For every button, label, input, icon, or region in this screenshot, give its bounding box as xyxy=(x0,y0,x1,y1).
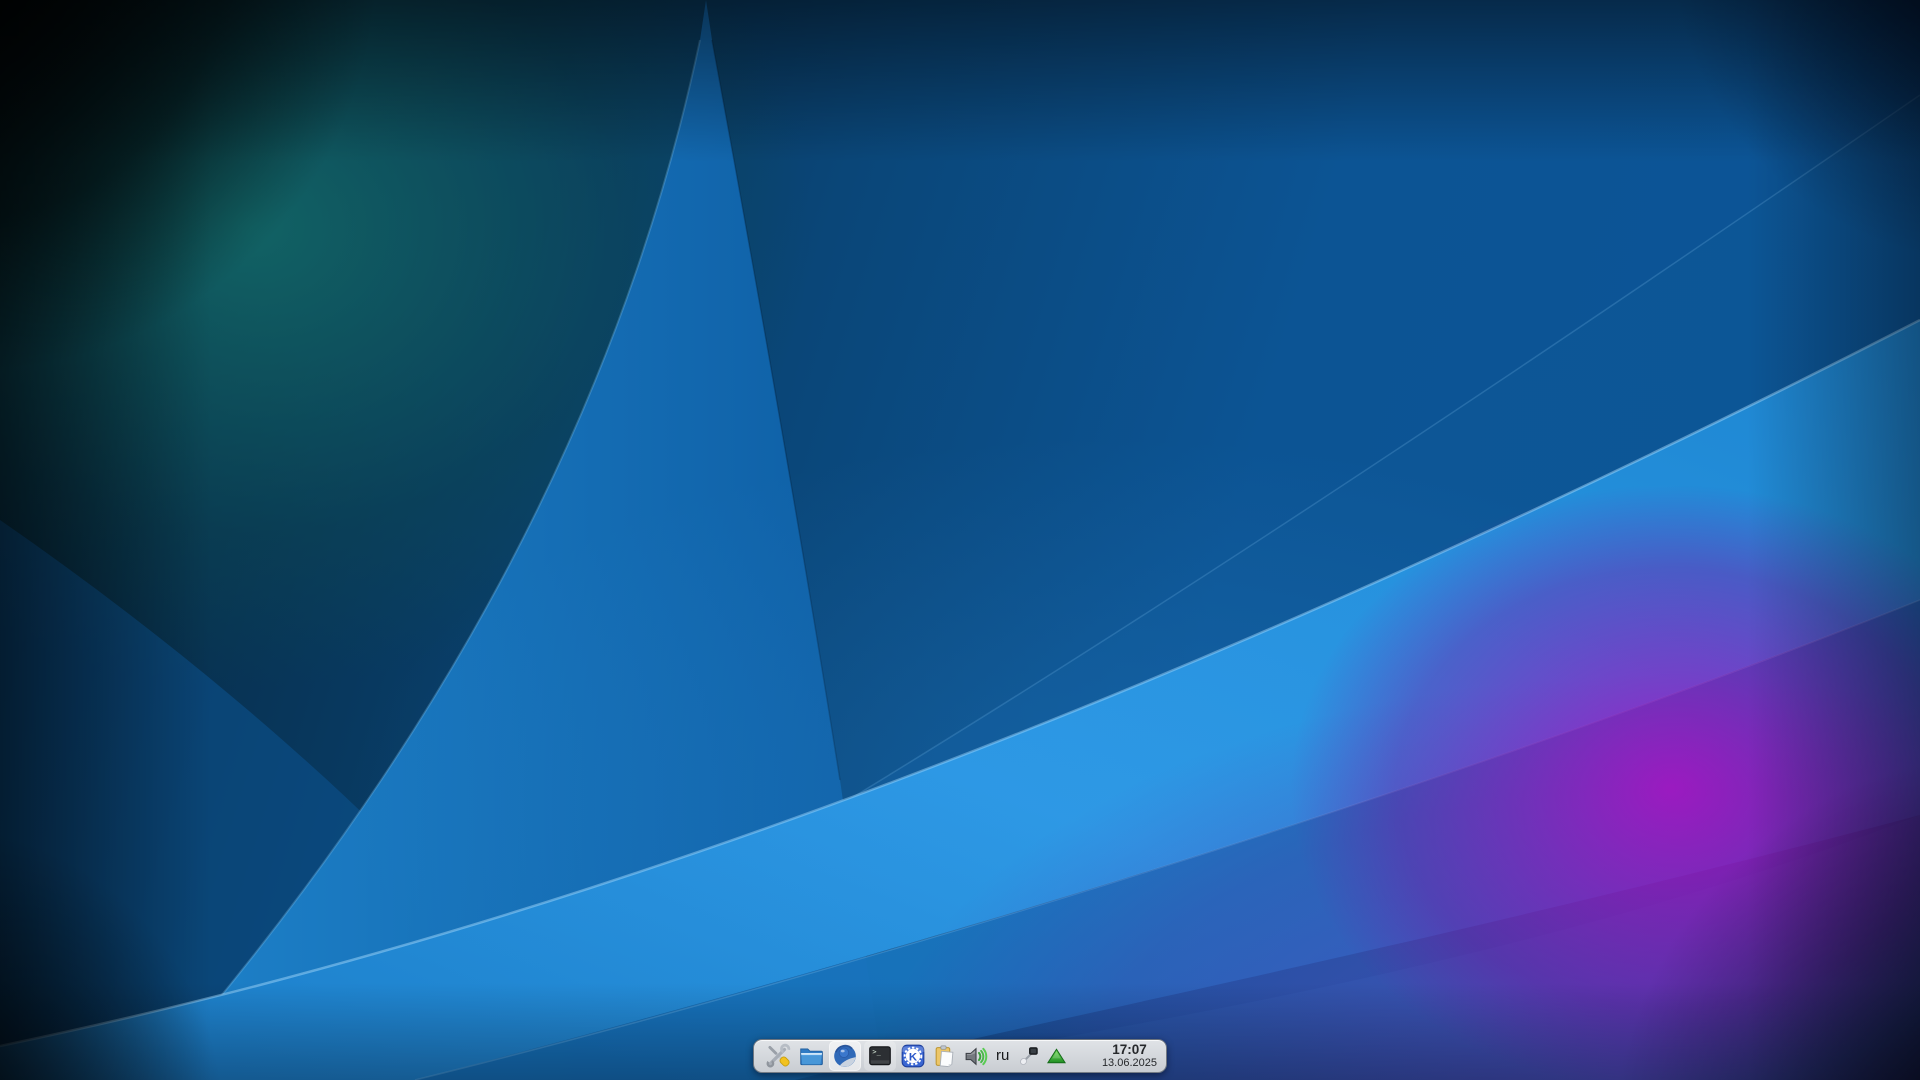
svg-text:K: K xyxy=(909,1051,918,1063)
desktop: >_ K xyxy=(0,0,1920,1080)
clipboard-button[interactable] xyxy=(930,1041,958,1071)
launcher-file-manager[interactable] xyxy=(796,1041,826,1071)
wallpaper-vignette xyxy=(0,0,1920,1080)
clock-time: 17:07 xyxy=(1112,1043,1147,1057)
kde-logo-icon: K xyxy=(900,1043,926,1069)
app-launcher-button[interactable]: K xyxy=(899,1041,927,1071)
keyboard-layout-indicator[interactable]: ru xyxy=(992,1041,1013,1071)
task-web-browser[interactable] xyxy=(829,1041,861,1071)
tray-expander-button[interactable] xyxy=(1044,1041,1069,1071)
task-terminal[interactable]: >_ xyxy=(864,1041,896,1071)
taskbar-panel: >_ K xyxy=(753,1039,1167,1073)
globe-icon xyxy=(832,1043,858,1069)
up-triangle-icon xyxy=(1045,1045,1068,1068)
volume-button[interactable] xyxy=(961,1041,989,1071)
tools-icon xyxy=(765,1043,791,1069)
launcher-system-tools[interactable] xyxy=(763,1041,793,1071)
digital-clock[interactable]: 17:07 13.06.2025 xyxy=(1099,1043,1160,1069)
keyboard-layout-label: ru xyxy=(992,1041,1013,1071)
terminal-icon: >_ xyxy=(867,1043,893,1069)
svg-text:>_: >_ xyxy=(872,1048,881,1056)
tray-utility-item[interactable] xyxy=(1016,1041,1041,1071)
speaker-icon xyxy=(963,1044,988,1069)
clipboard-icon xyxy=(932,1044,957,1069)
screwdriver-icon xyxy=(1017,1045,1040,1068)
folder-icon xyxy=(798,1043,824,1069)
clock-date: 13.06.2025 xyxy=(1102,1057,1157,1069)
